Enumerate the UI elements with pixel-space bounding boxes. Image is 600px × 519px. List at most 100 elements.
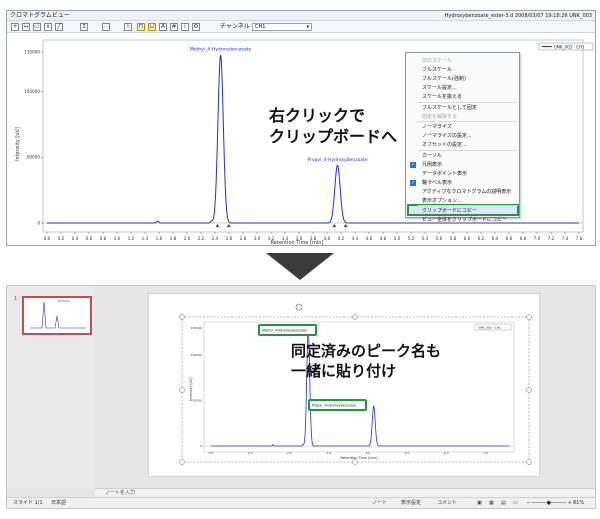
channel-label: チャンネル xyxy=(220,23,250,30)
slide-y-tick-label: 50000 xyxy=(192,399,202,403)
menu-item-label: スケール設定... xyxy=(422,85,457,91)
channel-select[interactable]: CH1 ▾ xyxy=(252,23,312,31)
info-tool-icon[interactable]: i xyxy=(181,23,189,31)
notes-input[interactable]: ノートを入力 xyxy=(95,488,595,497)
menu-item-15[interactable]: 表示オプション... xyxy=(406,197,521,205)
measure-icon[interactable]: ⌇ xyxy=(124,23,132,31)
menu-separator xyxy=(418,101,518,103)
pan-icon[interactable]: ↔ xyxy=(22,23,30,31)
peak-label: Methyl_4-Hydroxybenzoate xyxy=(190,47,252,53)
resize-handle[interactable] xyxy=(526,387,532,393)
select-icon[interactable]: ▭ xyxy=(33,23,41,31)
slide-thumbnail-pane: 1 Hchrom xyxy=(7,286,95,488)
normal-view-icon[interactable]: ▣ xyxy=(477,498,482,509)
menu-item-label: ビュー全体をクリップボードにコピー xyxy=(422,217,508,223)
pasted-chart[interactable]: 0 50000 100000 130000 0.0 1.0 2.0 3.0 4.0 5.0 6.0… xyxy=(149,294,541,478)
menu-item-12[interactable]: データポイント表示 xyxy=(406,170,521,178)
resize-handle[interactable] xyxy=(179,387,185,393)
menu-item-17[interactable]: ビュー全体をクリップボードにコピー xyxy=(406,216,521,224)
y-tick-label: 100000 xyxy=(24,89,40,94)
slideshow-icon[interactable]: ▭ xyxy=(513,498,518,509)
sorter-view-icon[interactable]: ▦ xyxy=(489,498,494,509)
menu-item-9[interactable]: オフセットの設定... xyxy=(406,141,521,149)
slide-peak1-label: Methyl_4-Hydroxybenzoate xyxy=(262,329,307,333)
resize-handle[interactable] xyxy=(179,459,185,465)
rotate-handle-icon[interactable] xyxy=(295,303,303,311)
slide-x-tick-label: 7.0 xyxy=(483,451,488,455)
menu-item-14[interactable]: アクティブなクロマトグラムの説明表示 xyxy=(406,188,521,196)
zoom-slider[interactable]: ─ ─────●───── + xyxy=(527,498,572,509)
callout-top-line1: 右クリックで xyxy=(269,106,366,125)
thumbnail-chart xyxy=(30,301,86,329)
resize-handle[interactable] xyxy=(352,459,358,465)
x-tick-label: 7.0 xyxy=(534,236,541,241)
resize-handle[interactable] xyxy=(352,314,358,320)
menu-item-8[interactable]: ノーマライズの設定... xyxy=(406,132,521,140)
menu-item-label: ノーマライズの設定... xyxy=(422,133,472,139)
y-axis-label: Intensity [uV] xyxy=(15,127,21,161)
menu-item-label: 凡例表示 xyxy=(422,161,443,168)
menu-item-11[interactable]: ✓ 凡例表示 xyxy=(406,161,521,169)
zoom-icon[interactable]: + xyxy=(11,23,19,31)
callout-bottom-line1: 同定済みのピーク名も xyxy=(291,342,442,360)
down-arrow-icon xyxy=(266,253,334,280)
menu-item-label: 固定を解除する xyxy=(422,113,458,120)
slide-canvas[interactable]: 0 50000 100000 130000 0.0 1.0 2.0 3.0 4.0 5.0 6.0… xyxy=(148,293,540,477)
cursor-icon[interactable]: ↕ xyxy=(80,23,88,31)
x-tick-label: 6.0 xyxy=(464,236,471,241)
x-tick-label: 1.8 xyxy=(170,236,177,241)
baseline-tool-icon[interactable]: ⊔ xyxy=(148,23,156,31)
label-tool-icon[interactable]: A xyxy=(159,23,167,31)
slide-y-tick-label: 0 xyxy=(200,444,202,448)
line-icon[interactable]: ╱ xyxy=(55,23,63,31)
window-title: クロマトグラムビュー xyxy=(10,12,70,19)
menu-item-4[interactable]: スケールを揃える xyxy=(406,93,521,101)
peak-tool-icon[interactable]: ⊓ xyxy=(137,23,145,31)
menu-item-label: 軸ラベル表示 xyxy=(422,179,453,186)
menu-separator xyxy=(418,121,518,122)
resize-handle[interactable] xyxy=(526,459,532,465)
x-tick-label: 7.2 xyxy=(548,236,555,241)
reading-view-icon[interactable]: ▤ xyxy=(501,498,506,509)
status-notes-button[interactable]: ノート xyxy=(372,498,387,509)
menu-item-label: 表示オプション... xyxy=(422,197,462,204)
peak-icon[interactable]: ∧ xyxy=(44,23,52,31)
menu-item-3[interactable]: スケール設定... xyxy=(406,84,521,92)
menu-item-1[interactable]: フルスケール xyxy=(406,66,521,74)
status-display-button[interactable]: 表示設定 xyxy=(401,498,421,509)
menu-item-13[interactable]: ✓ 軸ラベル表示 xyxy=(406,179,521,187)
peak-label: Propyl_4-Hydroxybenzoate xyxy=(307,157,367,163)
menu-item-label: カーソル xyxy=(422,152,443,159)
menu-item-6[interactable]: 固定を解除する xyxy=(406,113,521,121)
x-tick-label: 7.4 xyxy=(562,236,569,241)
resize-handle[interactable] xyxy=(526,314,532,320)
grid-tool-icon[interactable]: # xyxy=(170,23,178,31)
x-tick-label: 2.6 xyxy=(226,236,233,241)
menu-separator xyxy=(418,205,518,206)
x-tick-label: 6.2 xyxy=(478,236,485,241)
slide-thumbnail[interactable]: Hchrom xyxy=(22,296,92,335)
context-menu: 前のスケール フルスケール フルスケール(強制) スケール設定... スケールを揃えるフ… xyxy=(405,52,521,223)
window-titlebar: クロマトグラムビュー Hydroxybenzoate_ester-3.d 200… xyxy=(7,11,595,21)
x-tick-label: 2.0 xyxy=(184,236,191,241)
menu-item-5[interactable]: フルスケールとして固定 xyxy=(406,104,521,112)
x-tick-label: 4.0 xyxy=(324,236,331,241)
menu-item-2[interactable]: フルスケール(強制) xyxy=(406,75,521,83)
menu-item-16[interactable]: クリップボードにコピー xyxy=(406,207,521,215)
menu-item-7[interactable]: ノーマライズ xyxy=(406,123,521,131)
menu-item-10[interactable]: カーソル xyxy=(406,152,521,160)
slide-x-tick-label: 6.0 xyxy=(444,451,449,455)
x-tick-label: 5.8 xyxy=(450,236,457,241)
x-tick-label: 4.2 xyxy=(338,236,345,241)
menu-item-0[interactable]: 前のスケール xyxy=(406,57,521,65)
x-tick-label: 4.8 xyxy=(380,236,387,241)
settings-tool-icon[interactable]: ⚙ xyxy=(192,23,200,31)
status-language: 日本語 xyxy=(51,500,67,506)
resize-handle[interactable] xyxy=(179,314,185,320)
y-tick-label: 130000 xyxy=(24,50,40,55)
marker-icon[interactable]: ⋯ xyxy=(102,23,110,31)
slide-editor: 0 50000 100000 130000 0.0 1.0 2.0 3.0 4.0 5.0 6.0… xyxy=(95,286,595,488)
x-tick-label: 5.4 xyxy=(422,236,429,241)
status-comments-button[interactable]: コメント xyxy=(437,498,457,509)
menu-separator xyxy=(418,149,518,151)
